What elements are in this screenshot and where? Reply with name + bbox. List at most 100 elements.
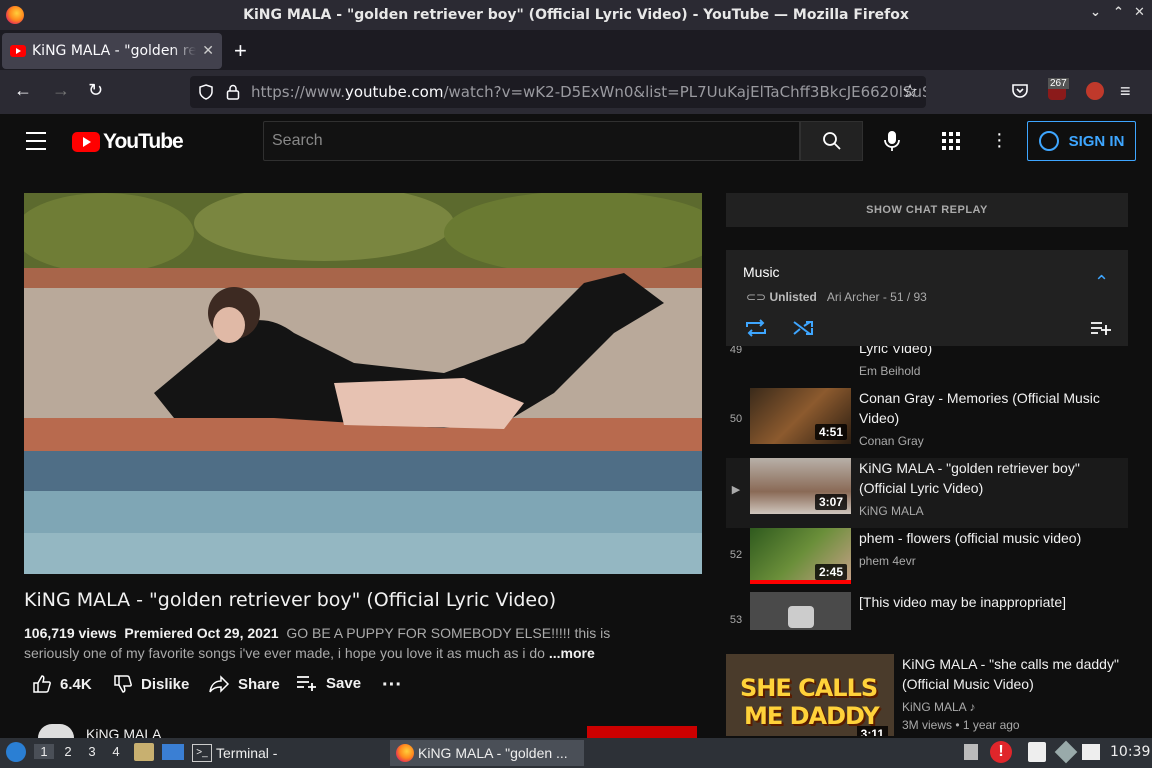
workspace-4[interactable]: 4 [106, 744, 126, 759]
playlist-item-thumbnail: 2:45 [750, 528, 851, 584]
playlist-item[interactable]: 53 [This video may be inappropriate] [726, 592, 1128, 630]
account-icon [1038, 131, 1059, 151]
apps-grid-icon[interactable] [942, 132, 960, 150]
terminal-icon: >_ [192, 744, 212, 762]
workspace-3[interactable]: 3 [82, 744, 102, 759]
search-button[interactable] [800, 121, 863, 161]
shuffle-icon[interactable] [792, 318, 816, 338]
app-menu-icon[interactable]: ≡ [1120, 81, 1131, 102]
extension-badge: 267 [1048, 78, 1069, 89]
save-button[interactable]: Save [296, 674, 361, 692]
subscribe-button[interactable] [587, 726, 697, 738]
youtube-play-icon [72, 132, 100, 152]
link-icon: ⊂⊃ [746, 290, 767, 304]
firefox-icon [6, 6, 24, 24]
guide-menu-icon[interactable] [26, 132, 46, 156]
share-button[interactable]: Share [208, 674, 280, 694]
playlist-title[interactable]: Music [743, 264, 780, 280]
maximize-icon[interactable]: ⌃ [1113, 5, 1124, 20]
firefox-icon [396, 744, 414, 762]
settings-more-icon[interactable]: · · · [996, 124, 1003, 156]
video-title: KiNG MALA - "golden retriever boy" (Offi… [24, 589, 557, 611]
close-window-icon[interactable]: ✕ [1134, 5, 1145, 20]
show-desktop-icon[interactable] [162, 744, 184, 760]
search-input[interactable]: Search [263, 121, 800, 161]
browser-tab[interactable]: KiNG MALA - "golden retr ✕ [2, 33, 222, 69]
playlist-item-index: 52 [729, 549, 743, 561]
playlist-item-title: Conan Gray - Memories (Official Music Vi… [859, 390, 1100, 426]
playlist-item-title: [This video may be inappropriate] [859, 594, 1066, 610]
view-count: 106,719 views [24, 625, 117, 641]
playlist-item[interactable]: 49 Lyric Video) Em Beihold [726, 346, 1128, 386]
unavailable-video-icon [788, 606, 814, 628]
show-chat-replay-button[interactable]: SHOW CHAT REPLAY [726, 193, 1128, 227]
more-actions-icon[interactable]: ··· [382, 674, 402, 697]
recommended-video[interactable]: SHE CALLS ME DADDY 3:11 KiNG MALA - "she… [726, 654, 1128, 736]
duration-badge: 3:07 [814, 494, 847, 510]
video-description[interactable]: 106,719 views Premiered Oct 29, 2021 GO … [24, 623, 664, 663]
workspace-1[interactable]: 1 [34, 744, 54, 759]
duration-badge: 2:45 [814, 564, 847, 580]
playlist-item-index: 53 [729, 614, 743, 626]
pocket-icon[interactable] [1011, 83, 1029, 99]
voice-search-button[interactable] [878, 127, 906, 155]
url-bar[interactable]: https://www.youtube.com/watch?v=wK2-D5Ex… [190, 76, 926, 108]
premiere-date: Premiered Oct 29, 2021 [124, 625, 279, 641]
playlist-item-author: phem 4evr [859, 554, 916, 568]
playlist-item-title: Lyric Video) [859, 346, 933, 356]
dislike-button[interactable]: Dislike [113, 674, 189, 694]
thumbs-up-icon [33, 675, 51, 693]
volume-icon[interactable] [1082, 744, 1100, 760]
new-tab-icon[interactable]: + [234, 38, 247, 64]
share-label: Share [238, 675, 280, 693]
extension-icon[interactable] [1086, 82, 1104, 100]
share-icon [209, 675, 230, 693]
video-player[interactable] [24, 193, 702, 574]
playlist-item[interactable]: 52 2:45 phem - flowers (official music v… [726, 528, 1128, 598]
close-tab-icon[interactable]: ✕ [202, 43, 214, 59]
playlist-item-thumbnail: 3:07 [750, 458, 851, 514]
taskbar-terminal[interactable]: >_ Terminal - [192, 740, 277, 766]
file-manager-icon[interactable] [134, 743, 154, 761]
playlist-item[interactable]: 50 4:51 Conan Gray - Memories (Official … [726, 388, 1128, 458]
playlist-item-current[interactable]: ▶ 3:07 KiNG MALA - "golden retriever boy… [726, 458, 1128, 528]
more-link[interactable]: ...more [549, 645, 595, 661]
loop-icon[interactable] [744, 318, 768, 338]
playlist-item-thumbnail: 4:51 [750, 388, 851, 444]
window-title: KiNG MALA - "golden retriever boy" (Offi… [243, 7, 909, 23]
collapse-chevron-icon[interactable]: ⌃ [1094, 272, 1109, 293]
minimize-icon[interactable]: ⌄ [1090, 5, 1101, 20]
back-icon[interactable]: ← [14, 80, 32, 101]
playlist-meta: ⊂⊃ Unlisted Ari Archer - 51 / 93 [746, 290, 927, 304]
recommended-meta: 3M views • 1 year ago [902, 718, 1020, 732]
clipboard-icon[interactable] [1028, 742, 1046, 762]
like-button[interactable]: 6.4K [32, 674, 92, 694]
workspace-2[interactable]: 2 [58, 744, 78, 759]
bookmark-star-icon[interactable]: ☆ [902, 81, 918, 102]
video-frame [24, 193, 702, 574]
save-label: Save [326, 674, 362, 692]
alert-icon[interactable]: ! [990, 741, 1012, 763]
playlist-panel-header: Music ⊂⊃ Unlisted Ari Archer - 51 / 93 ⌃ [726, 250, 1128, 346]
playlist-item-author: Conan Gray [859, 434, 924, 448]
shield-icon[interactable] [198, 84, 214, 100]
channel-avatar[interactable] [38, 724, 74, 738]
playlist-item-title: KiNG MALA - "golden retriever boy" (Offi… [859, 460, 1080, 496]
duration-badge: 4:51 [814, 424, 847, 440]
forward-icon[interactable]: → [52, 80, 70, 101]
youtube-favicon-icon [10, 45, 26, 57]
start-menu-icon[interactable] [6, 742, 26, 762]
sign-in-button[interactable]: SIGN IN [1027, 121, 1136, 161]
reload-icon[interactable]: ↻ [88, 80, 103, 101]
playlist-menu-icon[interactable] [1090, 320, 1112, 336]
clock[interactable]: 10:39 [1110, 744, 1150, 760]
playlist-item-index: 50 [729, 413, 743, 425]
taskbar-firefox-label: KiNG MALA - "golden ... [418, 745, 568, 761]
duration-badge: 3:11 [856, 726, 888, 736]
tray-icon[interactable] [964, 744, 978, 760]
search-icon [822, 132, 841, 150]
taskbar-firefox[interactable]: KiNG MALA - "golden ... [390, 740, 584, 766]
youtube-logo[interactable]: YouTube [72, 130, 184, 154]
playlist-owner-position: Ari Archer - 51 / 93 [826, 290, 927, 304]
lock-icon[interactable] [226, 84, 240, 100]
